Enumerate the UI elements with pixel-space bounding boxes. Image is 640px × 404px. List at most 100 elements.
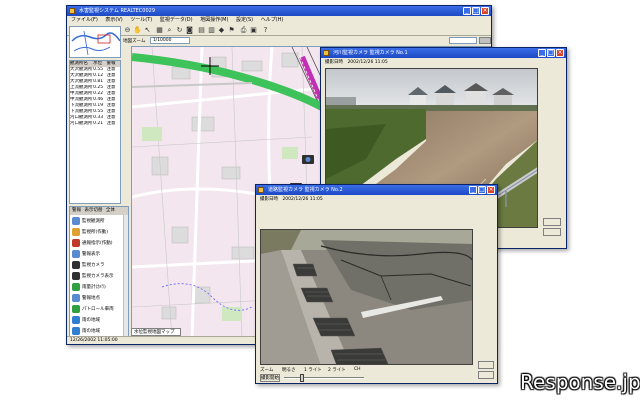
menu-tools[interactable]: ツール(T) [130, 16, 152, 25]
marker-icon[interactable]: ◆ [217, 26, 226, 35]
grid-icon[interactable]: ▤ [197, 26, 206, 35]
print-icon[interactable]: ⎙ [239, 26, 248, 35]
camera-window-2-titlebar[interactable]: 道路監視カメラ 監視カメラ No.2 [256, 185, 497, 195]
legend-symbol-icon [72, 271, 80, 280]
legend-scrollbar[interactable] [123, 215, 128, 337]
legend-tab-toggle[interactable]: 表示切替 [84, 208, 102, 213]
menu-data[interactable]: 監視データ(D) [160, 16, 193, 25]
help-icon[interactable]: ? [261, 26, 270, 35]
legend-symbol-icon [72, 216, 80, 225]
watermark-logo: Response.jp [520, 370, 640, 394]
table-row[interactable]: 河口観測所 0.21 注意 [70, 121, 120, 127]
legend-item[interactable]: 監視所(作動) [72, 227, 124, 238]
refresh-icon[interactable]: ↻ [175, 26, 184, 35]
camera-window-1-titlebar[interactable]: 河川監視カメラ 監視カメラ No.1 [321, 48, 566, 58]
camera-window-1-info: 撮影日時 2002/12/26 11:05 [325, 59, 388, 66]
road-camera-image [260, 229, 473, 365]
menu-help[interactable]: ヘルプ(H) [261, 16, 284, 25]
legend-item-label: 監視観測所 [82, 219, 105, 224]
camera-2-side-button-a[interactable] [478, 361, 494, 369]
camera-2-slider-thumb[interactable] [300, 374, 304, 382]
menu-settings[interactable]: 設定(S) [236, 16, 253, 25]
camera-2-light2-label: 2 ライト [328, 368, 346, 373]
legend-item-label: 通報指示(作動) [82, 241, 113, 246]
legend-item-label: 雨の地域 [82, 318, 100, 323]
minimap-graphic [70, 27, 120, 57]
camera-2-capture-button[interactable]: 撮影開始 [260, 374, 280, 382]
camera-window-road: 道路監視カメラ 監視カメラ No.2 _ □ × 撮影日時 2002/12/26… [255, 184, 498, 384]
zoom-out-icon[interactable]: ⊖ [123, 26, 132, 35]
camera-window-2-minimize-button[interactable]: _ [469, 186, 477, 194]
camera-2-light1-label: 1 ライト [304, 368, 322, 373]
legend-item[interactable]: 監視カメラ表示 [72, 271, 124, 282]
legend-tab-alert[interactable]: 警報 [72, 208, 81, 213]
camera-window-2-close-button[interactable]: × [487, 186, 495, 194]
camera-1-side-button-a[interactable] [543, 218, 561, 226]
legend-item[interactable]: 雨の地域 [72, 315, 124, 326]
save-icon[interactable]: ▣ [249, 26, 258, 35]
minimize-button[interactable]: _ [463, 7, 471, 15]
legend-item[interactable]: 通報指示(作動) [72, 238, 124, 249]
legend-item[interactable]: 監視カメラ [72, 260, 124, 271]
overview-minimap[interactable] [69, 26, 121, 58]
flag-icon[interactable]: ⚑ [227, 26, 236, 35]
camera-window-2-maximize-button[interactable]: □ [478, 186, 486, 194]
map-tab[interactable]: 水位監視地図マップ [131, 328, 181, 336]
legend-item-label: 監視カメラ [82, 263, 105, 268]
camera-window-1-close-button[interactable]: × [556, 49, 564, 57]
table-cell-name: 河口観測所 [70, 121, 93, 126]
legend-item[interactable]: パトロール車両 [72, 304, 124, 315]
legend-symbol-icon [72, 293, 80, 302]
legend-item[interactable]: 雨量計(ｶﾒﾗ) [72, 282, 124, 293]
camera-marker-1[interactable] [302, 155, 314, 164]
camera-2-slider-track[interactable] [284, 377, 364, 379]
legend-item-label: 警報地点 [82, 296, 100, 301]
main-window-titlebar[interactable]: 水害監視システム REALTEC0029 [67, 6, 491, 16]
pan-icon[interactable]: ✋ [133, 26, 142, 35]
zoom-row: 地図ズーム 1/10000 [123, 37, 243, 45]
camera-window-1-icon [323, 50, 329, 56]
camera-2-info-value: 2002/12/26 11:05 [282, 197, 323, 202]
zoom-select[interactable]: 1/10000 [149, 37, 190, 44]
main-menubar: ファイル(F) 表示(V) ツール(T) 監視データ(D) 地図操作(M) 設定… [67, 16, 491, 25]
select-icon[interactable]: ↖ [143, 26, 152, 35]
chart-icon[interactable]: ▥ [207, 26, 216, 35]
table-cell-level: 0.21 [93, 121, 104, 126]
camera-2-zoom-label: ズーム [260, 368, 274, 373]
legend-tabs: 警報 表示切替 全体 [70, 207, 128, 215]
station-table: 観測所名 水位 警報 大沢観測所 0.55 注意 大沢観測所 0.12 注意 大沢観測所 0.… [69, 60, 121, 204]
camera-1-side-button-b[interactable] [543, 228, 561, 236]
legend-item[interactable]: 監視観測所 [72, 216, 124, 227]
legend-item-label: 雨量計(ｶﾒﾗ) [82, 285, 106, 290]
legend-tab-all[interactable]: 全体 [106, 208, 115, 213]
legend-symbol-icon [72, 227, 80, 236]
close-button[interactable]: × [481, 7, 489, 15]
app-icon [69, 8, 75, 14]
legend-item-label: 警報表示 [82, 252, 100, 257]
menu-file[interactable]: ファイル(F) [71, 16, 98, 25]
camera-1-info-value: 2002/12/26 11:05 [347, 60, 388, 65]
camera-window-1-maximize-button[interactable]: □ [547, 49, 555, 57]
legend-item-label: 監視所(作動) [82, 230, 109, 235]
legend-symbol-icon [72, 238, 80, 247]
legend-symbol-icon [72, 304, 80, 313]
window-nav-buttons[interactable] [479, 37, 491, 44]
coordinate-field[interactable] [449, 37, 477, 44]
legend-item-label: 監視カメラ表示 [82, 274, 114, 279]
camera-window-2-info: 撮影日時 2002/12/26 11:05 [260, 196, 323, 203]
legend-item[interactable]: 警報表示 [72, 249, 124, 260]
legend-symbol-icon [72, 315, 80, 324]
maximize-button[interactable]: □ [472, 7, 480, 15]
camera-window-1-minimize-button[interactable]: _ [538, 49, 546, 57]
legend-item[interactable]: 警報地点 [72, 293, 124, 304]
camera-2-side-button-b[interactable] [478, 371, 494, 379]
camera-2-ch-label: CH [354, 367, 361, 372]
camera-2-brightness-label: 明るさ [282, 368, 296, 373]
search-icon[interactable]: ⌕ [165, 26, 174, 35]
menu-view[interactable]: 表示(V) [105, 16, 122, 25]
camera-tool-icon[interactable]: ◙ [185, 26, 194, 35]
legend-symbol-icon [72, 260, 80, 269]
layer-icon[interactable]: ▦ [155, 26, 164, 35]
menu-map[interactable]: 地図操作(M) [200, 16, 228, 25]
road-camera-scene [261, 230, 472, 364]
